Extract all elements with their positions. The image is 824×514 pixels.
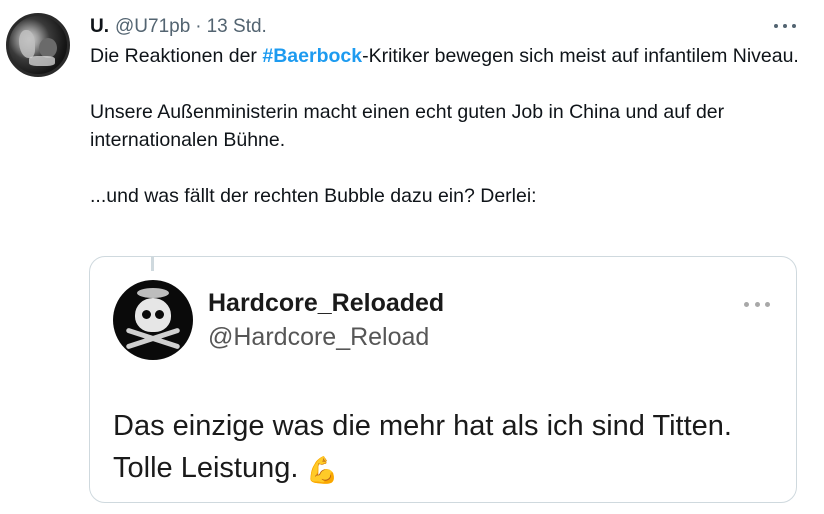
more-options-icon[interactable] — [774, 20, 796, 32]
quoted-text-segment: Tolle Leistung. — [113, 452, 299, 484]
author-name[interactable]: U. — [90, 14, 109, 40]
quoted-more-icon — [744, 300, 770, 308]
author-handle[interactable]: @U71pb — [115, 14, 190, 40]
quoted-text-line-1: Das einzige was die mehr hat als ich sin… — [113, 410, 732, 442]
tweet-timestamp[interactable]: 13 Std. — [207, 14, 267, 40]
header-separator: · — [195, 16, 202, 37]
tweet-paragraph-1: Die Reaktionen der #Baerbock-Kritiker be… — [90, 42, 810, 70]
hashtag-link[interactable]: #Baerbock — [262, 45, 362, 67]
quoted-tweet-text: Das einzige was die mehr hat als ich sin… — [113, 405, 783, 491]
tweet-text: Die Reaktionen der #Baerbock-Kritiker be… — [90, 42, 810, 210]
quoted-tweet-card[interactable]: Hardcore_Reloaded @Hardcore_Reload Das e… — [89, 256, 797, 503]
quoted-author-avatar — [113, 280, 193, 360]
author-avatar[interactable] — [6, 13, 70, 77]
tweet-paragraph-3: ...und was fällt der rechten Bubble dazu… — [90, 185, 537, 207]
quoted-author-name: Hardcore_Reloaded — [208, 289, 445, 317]
flexed-biceps-icon: 💪 — [306, 455, 339, 485]
tweet-header: U. @U71pb · 13 Std. — [90, 14, 267, 40]
thread-line — [151, 257, 154, 271]
tweet-text-segment: Die Reaktionen der — [90, 45, 263, 67]
tweet-text-segment: -Kritiker bewegen sich meist auf infanti… — [362, 45, 799, 67]
tweet-paragraph-2: Unsere Außenministerin macht einen echt … — [90, 101, 725, 151]
quoted-author-handle: @Hardcore_Reload — [208, 323, 430, 351]
quoted-text-line-2: Tolle Leistung. 💪 — [113, 447, 783, 491]
